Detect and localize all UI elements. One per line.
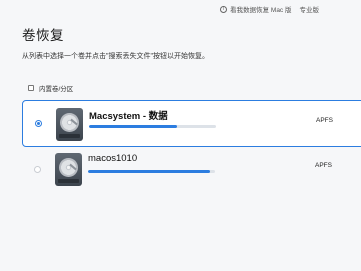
upgrade-link[interactable]: 看我数据恢复 Mac 版 (230, 4, 291, 14)
hard-disk-icon (55, 153, 82, 186)
section-header-internal-volumes[interactable]: 内置卷/分区 (28, 83, 73, 93)
volume-name: macos1010 (88, 153, 138, 164)
section-checkbox[interactable] (28, 85, 34, 91)
pro-edition-label[interactable]: 专业版 (300, 4, 320, 14)
page-title: 卷恢复 (22, 28, 64, 43)
volume-row-selected[interactable]: Macsystem - 数据 APFS (22, 100, 361, 147)
volume-usage-bar (88, 170, 215, 173)
volume-usage-bar (89, 125, 216, 128)
volume-radio-selected[interactable] (35, 120, 42, 127)
volume-filesystem: APFS (316, 117, 333, 124)
top-bar: i 看我数据恢复 Mac 版 专业版 (140, 3, 319, 15)
info-icon: i (220, 5, 228, 13)
volume-usage-fill (89, 125, 177, 128)
hard-disk-icon (56, 108, 83, 141)
volume-filesystem: APFS (315, 162, 332, 169)
page-subtitle: 从列表中选择一个卷并点击"搜索丢失文件"按钮以开始恢复。 (22, 53, 209, 60)
volume-radio[interactable] (34, 166, 41, 173)
volume-usage-fill (88, 170, 210, 173)
volume-name: Macsystem - 数据 (89, 111, 168, 122)
volume-row[interactable]: macos1010 APFS (22, 146, 361, 193)
section-header-label: 内置卷/分区 (39, 86, 74, 93)
